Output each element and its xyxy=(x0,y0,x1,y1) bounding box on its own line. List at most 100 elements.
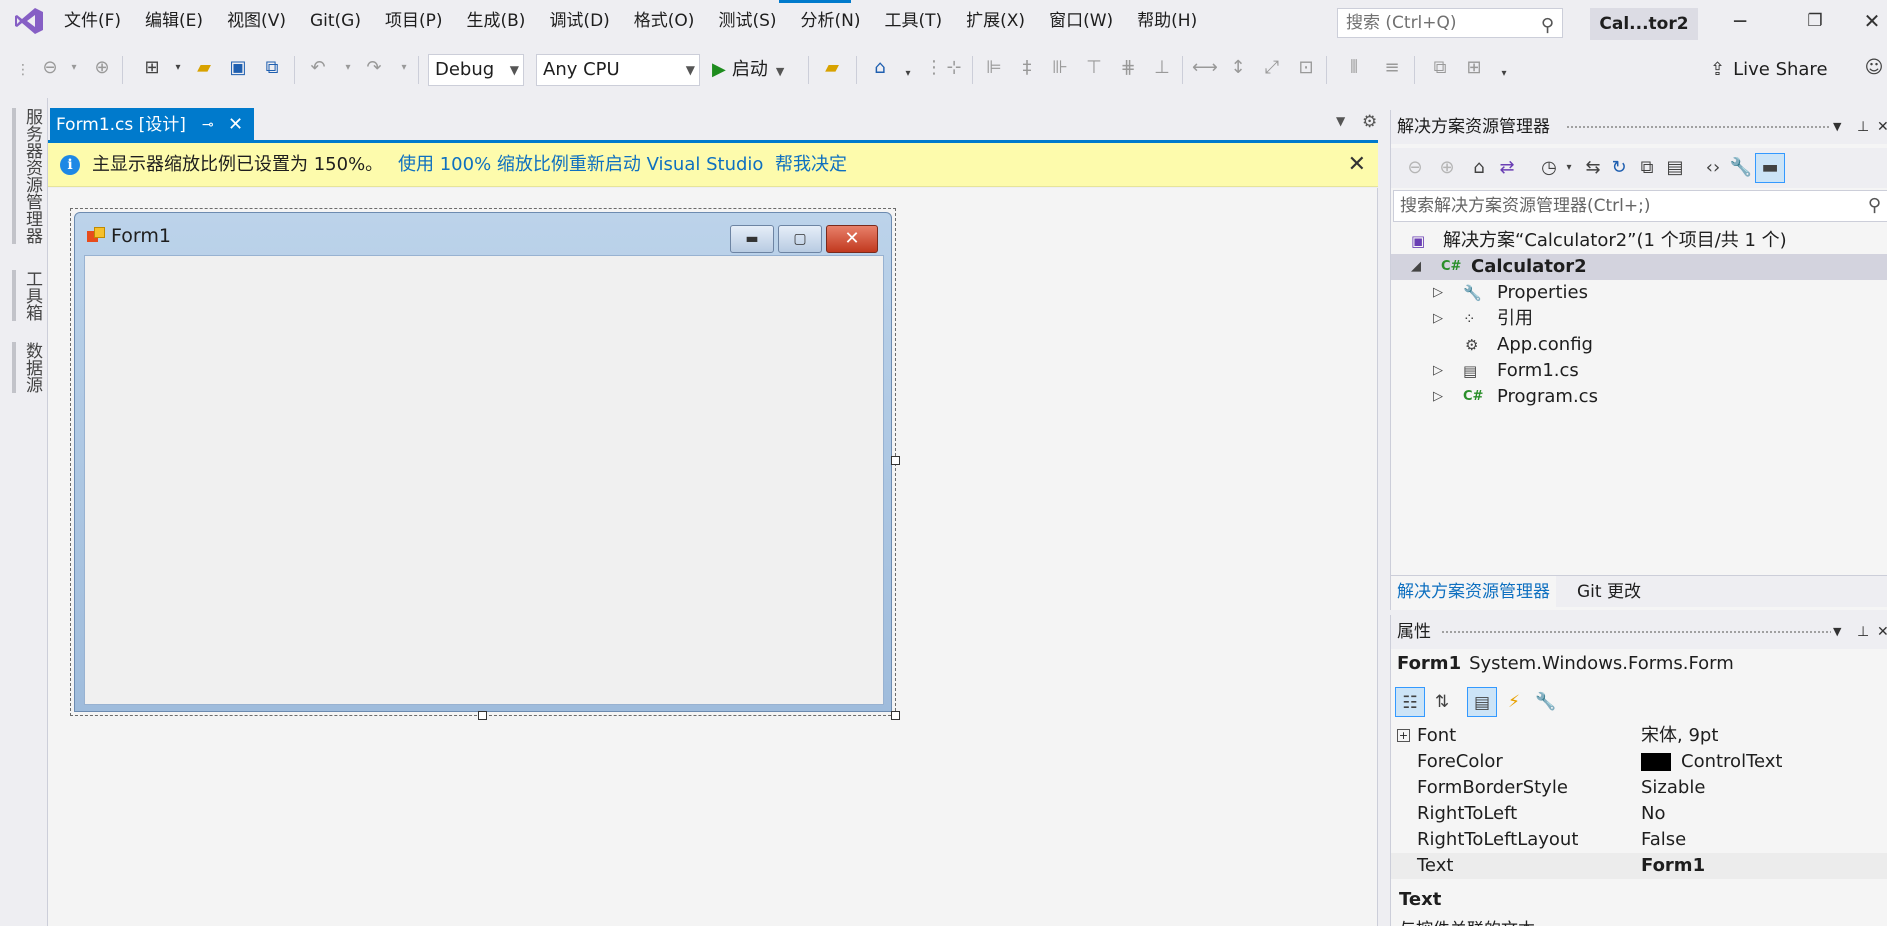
new-project-icon[interactable]: ⊞ xyxy=(140,56,164,80)
view-code-icon[interactable]: ‹› xyxy=(1701,156,1725,180)
resize-handle-corner[interactable] xyxy=(891,711,900,720)
close-icon[interactable]: ✕ xyxy=(1877,615,1887,649)
form-minimize-button[interactable]: ▬ xyxy=(730,225,774,253)
search-input[interactable]: 搜索 (Ctrl+Q) ⚲ xyxy=(1337,8,1563,38)
back-icon[interactable]: ⊖ xyxy=(38,56,62,80)
tree-solution-node[interactable]: ▣ 解决方案“Calculator2”(1 个项目/共 1 个) xyxy=(1391,228,1887,254)
solution-title-badge[interactable]: Cal...tor2 xyxy=(1590,8,1698,40)
menu-build[interactable]: 生成(B) xyxy=(455,0,538,42)
align-bottoms-icon[interactable]: ⊥ xyxy=(1150,56,1174,80)
align-lefts-icon[interactable]: ⊫ xyxy=(982,56,1006,80)
refresh-icon[interactable]: ↻ xyxy=(1607,156,1631,180)
browser-dropdown-icon[interactable]: ▾ xyxy=(896,62,920,86)
menu-format[interactable]: 格式(O) xyxy=(622,0,707,42)
panel-dropdown-icon[interactable]: ▼ xyxy=(1833,110,1841,144)
form-selection-frame[interactable]: Form1 ▬ ▢ ✕ xyxy=(70,208,896,716)
form-window[interactable]: Form1 ▬ ▢ ✕ xyxy=(74,212,892,712)
menu-edit[interactable]: 编辑(E) xyxy=(133,0,215,42)
pin-icon[interactable]: ⊥ xyxy=(1857,110,1869,144)
sync-icon[interactable]: ⇆ xyxy=(1581,156,1605,180)
feedback-icon[interactable]: ☺ xyxy=(1862,56,1886,80)
help-me-decide-link[interactable]: 帮我决定 xyxy=(775,143,847,187)
restart-at-100-link[interactable]: 使用 100% 缩放比例重新启动 Visual Studio xyxy=(398,143,763,187)
properties-wrench-icon[interactable]: 🔧 xyxy=(1729,156,1753,180)
align-tops-icon[interactable]: ⊤ xyxy=(1082,56,1106,80)
property-row-righttoleftlayout[interactable]: RightToLeftLayout False xyxy=(1391,827,1887,853)
menu-extensions[interactable]: 扩展(X) xyxy=(954,0,1037,42)
expand-plus-icon[interactable]: + xyxy=(1397,729,1410,742)
property-row-righttoleft[interactable]: RightToLeft No xyxy=(1391,801,1887,827)
make-same-height-icon[interactable]: ↕ xyxy=(1226,56,1250,80)
menu-git[interactable]: Git(G) xyxy=(298,0,373,42)
pin-icon[interactable]: ⊥ xyxy=(1857,615,1869,649)
solution-configuration-select[interactable]: Debug ▼ xyxy=(428,54,524,86)
tree-item-properties[interactable]: ▷ 🔧 Properties xyxy=(1391,280,1887,306)
expand-arrow-icon[interactable]: ▷ xyxy=(1433,384,1443,410)
close-window-icon[interactable]: ✕ xyxy=(1852,6,1887,36)
open-folder-icon[interactable]: ▰ xyxy=(192,56,216,80)
data-sources-tab[interactable]: 数据源 xyxy=(12,342,45,393)
layout-dropdown-icon[interactable]: ▾ xyxy=(1492,62,1516,86)
close-tab-icon[interactable]: ✕ xyxy=(228,108,243,142)
browser-link-icon[interactable]: ⌂ xyxy=(868,56,892,80)
property-value[interactable]: False xyxy=(1641,827,1686,853)
property-row-font[interactable]: + Font 宋体, 9pt xyxy=(1391,723,1887,749)
vertical-spacing-icon[interactable]: ≡ xyxy=(1380,56,1404,80)
tab-overflow-dropdown-icon[interactable]: ▼ xyxy=(1336,114,1345,128)
form-client-area[interactable] xyxy=(84,255,884,705)
expand-arrow-icon[interactable]: ▷ xyxy=(1433,306,1443,332)
preview-selected-icon[interactable]: ▬ xyxy=(1755,153,1785,183)
back-icon[interactable]: ⊖ xyxy=(1403,156,1427,180)
horizontal-spacing-icon[interactable]: ⫴ xyxy=(1342,56,1366,80)
tree-project-node[interactable]: ◢ C# Calculator2 xyxy=(1391,254,1887,280)
tab-git-changes[interactable]: Git 更改 xyxy=(1569,576,1649,608)
property-value[interactable]: ControlText xyxy=(1681,749,1782,775)
form-close-button[interactable]: ✕ xyxy=(826,225,878,253)
panel-dropdown-icon[interactable]: ▼ xyxy=(1833,615,1841,649)
back-dropdown-icon[interactable]: ▾ xyxy=(62,56,86,80)
save-all-icon[interactable]: ⧉ xyxy=(260,56,284,80)
property-pages-icon[interactable]: 🔧 xyxy=(1531,687,1561,717)
server-explorer-tab[interactable]: 服务器资源管理器 xyxy=(12,108,45,244)
tab-form1-designer[interactable]: Form1.cs [设计] ⊸ ✕ xyxy=(50,108,254,142)
redo-dropdown-icon[interactable]: ▾ xyxy=(392,56,416,80)
expand-arrow-icon[interactable]: ▷ xyxy=(1433,358,1443,384)
property-row-text[interactable]: Text Form1 xyxy=(1391,853,1887,879)
home-icon[interactable]: ⌂ xyxy=(1467,156,1491,180)
alphabetical-icon[interactable]: ⇅ xyxy=(1427,687,1457,717)
new-dropdown-icon[interactable]: ▾ xyxy=(166,56,190,80)
tree-item-program-cs[interactable]: ▷ C# Program.cs xyxy=(1391,384,1887,410)
property-row-formborderstyle[interactable]: FormBorderStyle Sizable xyxy=(1391,775,1887,801)
visual-studio-logo-icon[interactable] xyxy=(14,7,44,35)
object-selector[interactable]: Form1 System.Windows.Forms.Form xyxy=(1397,653,1734,674)
property-value[interactable]: Sizable xyxy=(1641,775,1705,801)
tree-item-references[interactable]: ▷ ⁘ 引用 xyxy=(1391,306,1887,332)
properties-view-icon[interactable]: ▤ xyxy=(1467,687,1497,717)
save-icon[interactable]: ▣ xyxy=(226,56,250,80)
live-share-button[interactable]: ⇪ Live Share xyxy=(1710,54,1828,86)
menu-view[interactable]: 视图(V) xyxy=(215,0,298,42)
start-button[interactable]: ▶ 启动 ▼ xyxy=(712,54,784,86)
undo-dropdown-icon[interactable]: ▾ xyxy=(336,56,360,80)
close-icon[interactable]: ✕ xyxy=(1877,110,1887,144)
forward-icon[interactable]: ⊕ xyxy=(90,56,114,80)
property-value[interactable]: No xyxy=(1641,801,1665,827)
property-row-forecolor[interactable]: ForeColor ControlText xyxy=(1391,749,1887,775)
align-rights-icon[interactable]: ⊪ xyxy=(1048,56,1072,80)
menu-project[interactable]: 项目(P) xyxy=(373,0,455,42)
align-middles-icon[interactable]: ⋕ xyxy=(1116,56,1140,80)
form-maximize-button[interactable]: ▢ xyxy=(778,225,822,253)
restore-icon[interactable]: ❐ xyxy=(1795,6,1835,36)
size-to-grid-icon[interactable]: ⊡ xyxy=(1294,56,1318,80)
make-same-width-icon[interactable]: ⟷ xyxy=(1192,56,1218,80)
resize-handle-bottom[interactable] xyxy=(478,711,487,720)
align-to-grid-icon[interactable]: ⊹ xyxy=(942,56,966,80)
filter-dropdown-icon[interactable]: ▾ xyxy=(1557,156,1581,180)
find-in-files-icon[interactable]: ▰ xyxy=(820,56,844,80)
menu-file[interactable]: 文件(F) xyxy=(52,0,133,42)
forward-icon[interactable]: ⊕ xyxy=(1435,156,1459,180)
property-value[interactable]: 宋体, 9pt xyxy=(1641,723,1718,749)
tree-item-app-config[interactable]: ⚙ App.config xyxy=(1391,332,1887,358)
make-same-size-icon[interactable]: ⤢ xyxy=(1260,56,1284,80)
tree-item-form1-cs[interactable]: ▷ ▤ Form1.cs xyxy=(1391,358,1887,384)
